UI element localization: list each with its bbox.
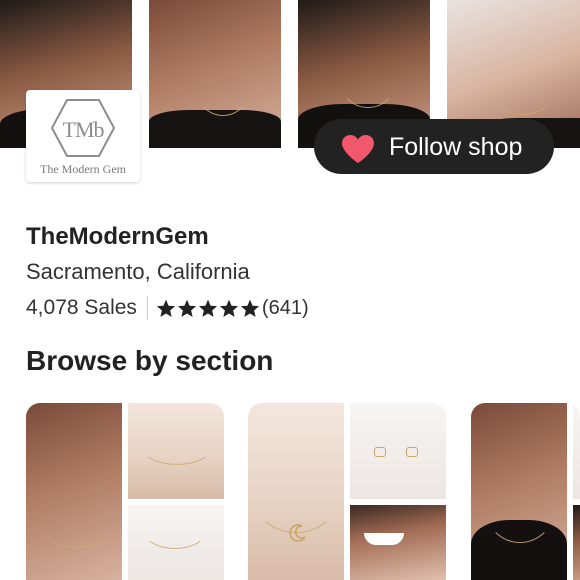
section-photo [471, 403, 567, 580]
logo-monogram: TMb [62, 117, 105, 142]
section-photo [350, 403, 446, 499]
section-photo [26, 403, 122, 580]
divider [146, 296, 148, 320]
banner-photo-2 [149, 0, 281, 148]
section-card-1[interactable] [26, 403, 224, 580]
follow-shop-label: Follow shop [389, 133, 523, 161]
logo-caption: The Modern Gem [40, 162, 126, 176]
sales-count: 4,078 Sales [26, 296, 137, 319]
section-photo [573, 403, 580, 499]
review-count: (641) [261, 296, 309, 319]
shop-location: Sacramento, California [26, 259, 250, 284]
shop-name: TheModernGem [26, 223, 209, 250]
heart-icon [341, 134, 375, 169]
follow-shop-button[interactable]: Follow shop [314, 119, 554, 174]
section-photo [248, 403, 344, 580]
section-photo [573, 505, 580, 580]
star-icon [240, 299, 260, 317]
section-photo [350, 505, 446, 580]
moon-pendant-icon [289, 524, 306, 542]
star-icon [177, 299, 197, 317]
sales-rating-row: 4,078 Sales (641) [26, 295, 309, 321]
rating-stars[interactable]: (641) [156, 297, 309, 320]
star-icon [198, 299, 218, 317]
section-card-2[interactable] [248, 403, 446, 580]
shop-logo[interactable]: TMb The Modern Gem [26, 90, 140, 182]
section-photo [128, 403, 224, 499]
section-photo [128, 505, 224, 580]
star-icon [156, 299, 176, 317]
section-heading: Browse by section [26, 345, 274, 376]
star-icon [219, 299, 239, 317]
section-card-3[interactable] [471, 403, 580, 580]
